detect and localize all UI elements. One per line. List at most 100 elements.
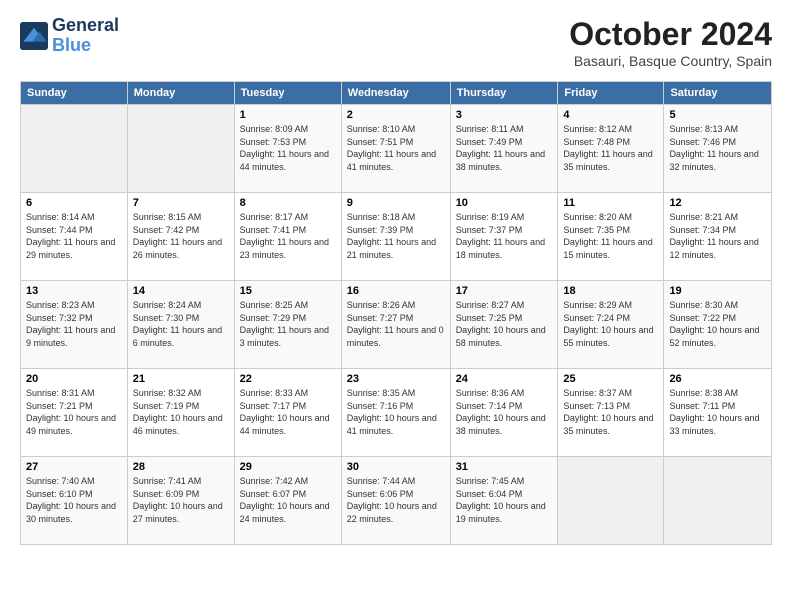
calendar-cell: 15 Sunrise: 8:25 AMSunset: 7:29 PMDayligh…: [234, 281, 341, 369]
day-info: Sunrise: 8:18 AMSunset: 7:39 PMDaylight:…: [347, 211, 445, 261]
calendar-cell: 10 Sunrise: 8:19 AMSunset: 7:37 PMDayligh…: [450, 193, 558, 281]
day-info: Sunrise: 8:37 AMSunset: 7:13 PMDaylight:…: [563, 387, 658, 437]
calendar-cell: 8 Sunrise: 8:17 AMSunset: 7:41 PMDaylight…: [234, 193, 341, 281]
calendar-cell: 28 Sunrise: 7:41 AMSunset: 6:09 PMDayligh…: [127, 457, 234, 545]
day-header-monday: Monday: [127, 82, 234, 105]
day-number: 3: [456, 109, 553, 121]
day-number: 6: [26, 197, 122, 209]
calendar-cell: [127, 105, 234, 193]
calendar-week-1: 1 Sunrise: 8:09 AMSunset: 7:53 PMDaylight…: [21, 105, 772, 193]
calendar-cell: 22Sunrise: 8:33 AMSunset: 7:17 PMDayligh…: [234, 369, 341, 457]
logo-text: General Blue: [52, 16, 119, 56]
location: Basauri, Basque Country, Spain: [569, 53, 772, 69]
day-info: Sunrise: 8:33 AMSunset: 7:17 PMDaylight:…: [240, 387, 336, 437]
day-info: Sunrise: 8:25 AMSunset: 7:29 PMDaylight:…: [240, 299, 336, 349]
calendar-week-3: 13 Sunrise: 8:23 AMSunset: 7:32 PMDayligh…: [21, 281, 772, 369]
logo-icon: [20, 22, 48, 50]
day-info: Sunrise: 8:26 AMSunset: 7:27 PMDaylight:…: [347, 299, 445, 349]
day-number: 12: [669, 197, 766, 209]
day-info: Sunrise: 8:32 AMSunset: 7:19 PMDaylight:…: [133, 387, 229, 437]
calendar-cell: 26Sunrise: 8:38 AMSunset: 7:11 PMDayligh…: [664, 369, 772, 457]
calendar-cell: 2 Sunrise: 8:10 AMSunset: 7:51 PMDaylight…: [341, 105, 450, 193]
day-header-thursday: Thursday: [450, 82, 558, 105]
calendar-cell: 16 Sunrise: 8:26 AMSunset: 7:27 PMDayligh…: [341, 281, 450, 369]
day-info: Sunrise: 8:21 AMSunset: 7:34 PMDaylight:…: [669, 211, 766, 261]
calendar-week-5: 27 Sunrise: 7:40 AMSunset: 6:10 PMDayligh…: [21, 457, 772, 545]
day-number: 19: [669, 285, 766, 297]
day-number: 23: [347, 373, 445, 385]
calendar-cell: 19 Sunrise: 8:30 AMSunset: 7:22 PMDayligh…: [664, 281, 772, 369]
calendar-cell: 17 Sunrise: 8:27 AMSunset: 7:25 PMDayligh…: [450, 281, 558, 369]
calendar-cell: 4Sunrise: 8:12 AMSunset: 7:48 PMDaylight…: [558, 105, 664, 193]
day-info: Sunrise: 7:45 AMSunset: 6:04 PMDaylight:…: [456, 475, 553, 525]
day-header-sunday: Sunday: [21, 82, 128, 105]
day-number: 1: [240, 109, 336, 121]
calendar-cell: 29 Sunrise: 7:42 AMSunset: 6:07 PMDayligh…: [234, 457, 341, 545]
calendar-cell: [558, 457, 664, 545]
day-info: Sunrise: 8:09 AMSunset: 7:53 PMDaylight:…: [240, 123, 336, 173]
day-info: Sunrise: 8:11 AMSunset: 7:49 PMDaylight:…: [456, 123, 553, 173]
day-info: Sunrise: 7:42 AMSunset: 6:07 PMDaylight:…: [240, 475, 336, 525]
title-area: October 2024 Basauri, Basque Country, Sp…: [569, 16, 772, 69]
day-number: 9: [347, 197, 445, 209]
day-number: 4: [563, 109, 658, 121]
calendar-cell: 13 Sunrise: 8:23 AMSunset: 7:32 PMDayligh…: [21, 281, 128, 369]
day-number: 2: [347, 109, 445, 121]
day-info: Sunrise: 8:24 AMSunset: 7:30 PMDaylight:…: [133, 299, 229, 349]
calendar-cell: 6Sunrise: 8:14 AMSunset: 7:44 PMDaylight…: [21, 193, 128, 281]
day-number: 28: [133, 461, 229, 473]
calendar-cell: 23Sunrise: 8:35 AMSunset: 7:16 PMDayligh…: [341, 369, 450, 457]
day-number: 18: [563, 285, 658, 297]
day-number: 16: [347, 285, 445, 297]
page: General Blue October 2024 Basauri, Basqu…: [0, 0, 792, 612]
calendar-cell: [21, 105, 128, 193]
calendar-cell: 21 Sunrise: 8:32 AMSunset: 7:19 PMDayligh…: [127, 369, 234, 457]
day-info: Sunrise: 8:19 AMSunset: 7:37 PMDaylight:…: [456, 211, 553, 261]
calendar-cell: 11 Sunrise: 8:20 AMSunset: 7:35 PMDayligh…: [558, 193, 664, 281]
calendar-cell: 20Sunrise: 8:31 AMSunset: 7:21 PMDayligh…: [21, 369, 128, 457]
day-number: 10: [456, 197, 553, 209]
day-info: Sunrise: 7:41 AMSunset: 6:09 PMDaylight:…: [133, 475, 229, 525]
day-number: 27: [26, 461, 122, 473]
calendar-cell: 18 Sunrise: 8:29 AMSunset: 7:24 PMDayligh…: [558, 281, 664, 369]
day-info: Sunrise: 8:10 AMSunset: 7:51 PMDaylight:…: [347, 123, 445, 173]
logo-line1: General: [52, 16, 119, 36]
day-number: 25: [563, 373, 658, 385]
calendar-cell: 1 Sunrise: 8:09 AMSunset: 7:53 PMDaylight…: [234, 105, 341, 193]
day-info: Sunrise: 8:29 AMSunset: 7:24 PMDaylight:…: [563, 299, 658, 349]
day-info: Sunrise: 8:38 AMSunset: 7:11 PMDaylight:…: [669, 387, 766, 437]
day-info: Sunrise: 8:20 AMSunset: 7:35 PMDaylight:…: [563, 211, 658, 261]
calendar-cell: 14 Sunrise: 8:24 AMSunset: 7:30 PMDayligh…: [127, 281, 234, 369]
day-number: 24: [456, 373, 553, 385]
header: General Blue October 2024 Basauri, Basqu…: [20, 16, 772, 69]
calendar-cell: 12 Sunrise: 8:21 AMSunset: 7:34 PMDayligh…: [664, 193, 772, 281]
calendar-cell: 27 Sunrise: 7:40 AMSunset: 6:10 PMDayligh…: [21, 457, 128, 545]
day-header-friday: Friday: [558, 82, 664, 105]
day-info: Sunrise: 8:17 AMSunset: 7:41 PMDaylight:…: [240, 211, 336, 261]
calendar-cell: 24 Sunrise: 8:36 AMSunset: 7:14 PMDayligh…: [450, 369, 558, 457]
logo: General Blue: [20, 16, 119, 56]
day-info: Sunrise: 8:36 AMSunset: 7:14 PMDaylight:…: [456, 387, 553, 437]
day-info: Sunrise: 7:40 AMSunset: 6:10 PMDaylight:…: [26, 475, 122, 525]
calendar-cell: 31Sunrise: 7:45 AMSunset: 6:04 PMDayligh…: [450, 457, 558, 545]
day-number: 17: [456, 285, 553, 297]
calendar-cell: 25 Sunrise: 8:37 AMSunset: 7:13 PMDayligh…: [558, 369, 664, 457]
day-number: 8: [240, 197, 336, 209]
calendar-week-2: 6Sunrise: 8:14 AMSunset: 7:44 PMDaylight…: [21, 193, 772, 281]
day-info: Sunrise: 8:13 AMSunset: 7:46 PMDaylight:…: [669, 123, 766, 173]
day-info: Sunrise: 8:30 AMSunset: 7:22 PMDaylight:…: [669, 299, 766, 349]
day-info: Sunrise: 8:27 AMSunset: 7:25 PMDaylight:…: [456, 299, 553, 349]
day-info: Sunrise: 8:23 AMSunset: 7:32 PMDaylight:…: [26, 299, 122, 349]
day-number: 20: [26, 373, 122, 385]
day-number: 5: [669, 109, 766, 121]
day-number: 15: [240, 285, 336, 297]
calendar-header-row: SundayMondayTuesdayWednesdayThursdayFrid…: [21, 82, 772, 105]
day-number: 14: [133, 285, 229, 297]
day-number: 30: [347, 461, 445, 473]
day-number: 21: [133, 373, 229, 385]
day-number: 11: [563, 197, 658, 209]
day-header-saturday: Saturday: [664, 82, 772, 105]
day-number: 29: [240, 461, 336, 473]
logo-line2: Blue: [52, 36, 119, 56]
day-number: 13: [26, 285, 122, 297]
